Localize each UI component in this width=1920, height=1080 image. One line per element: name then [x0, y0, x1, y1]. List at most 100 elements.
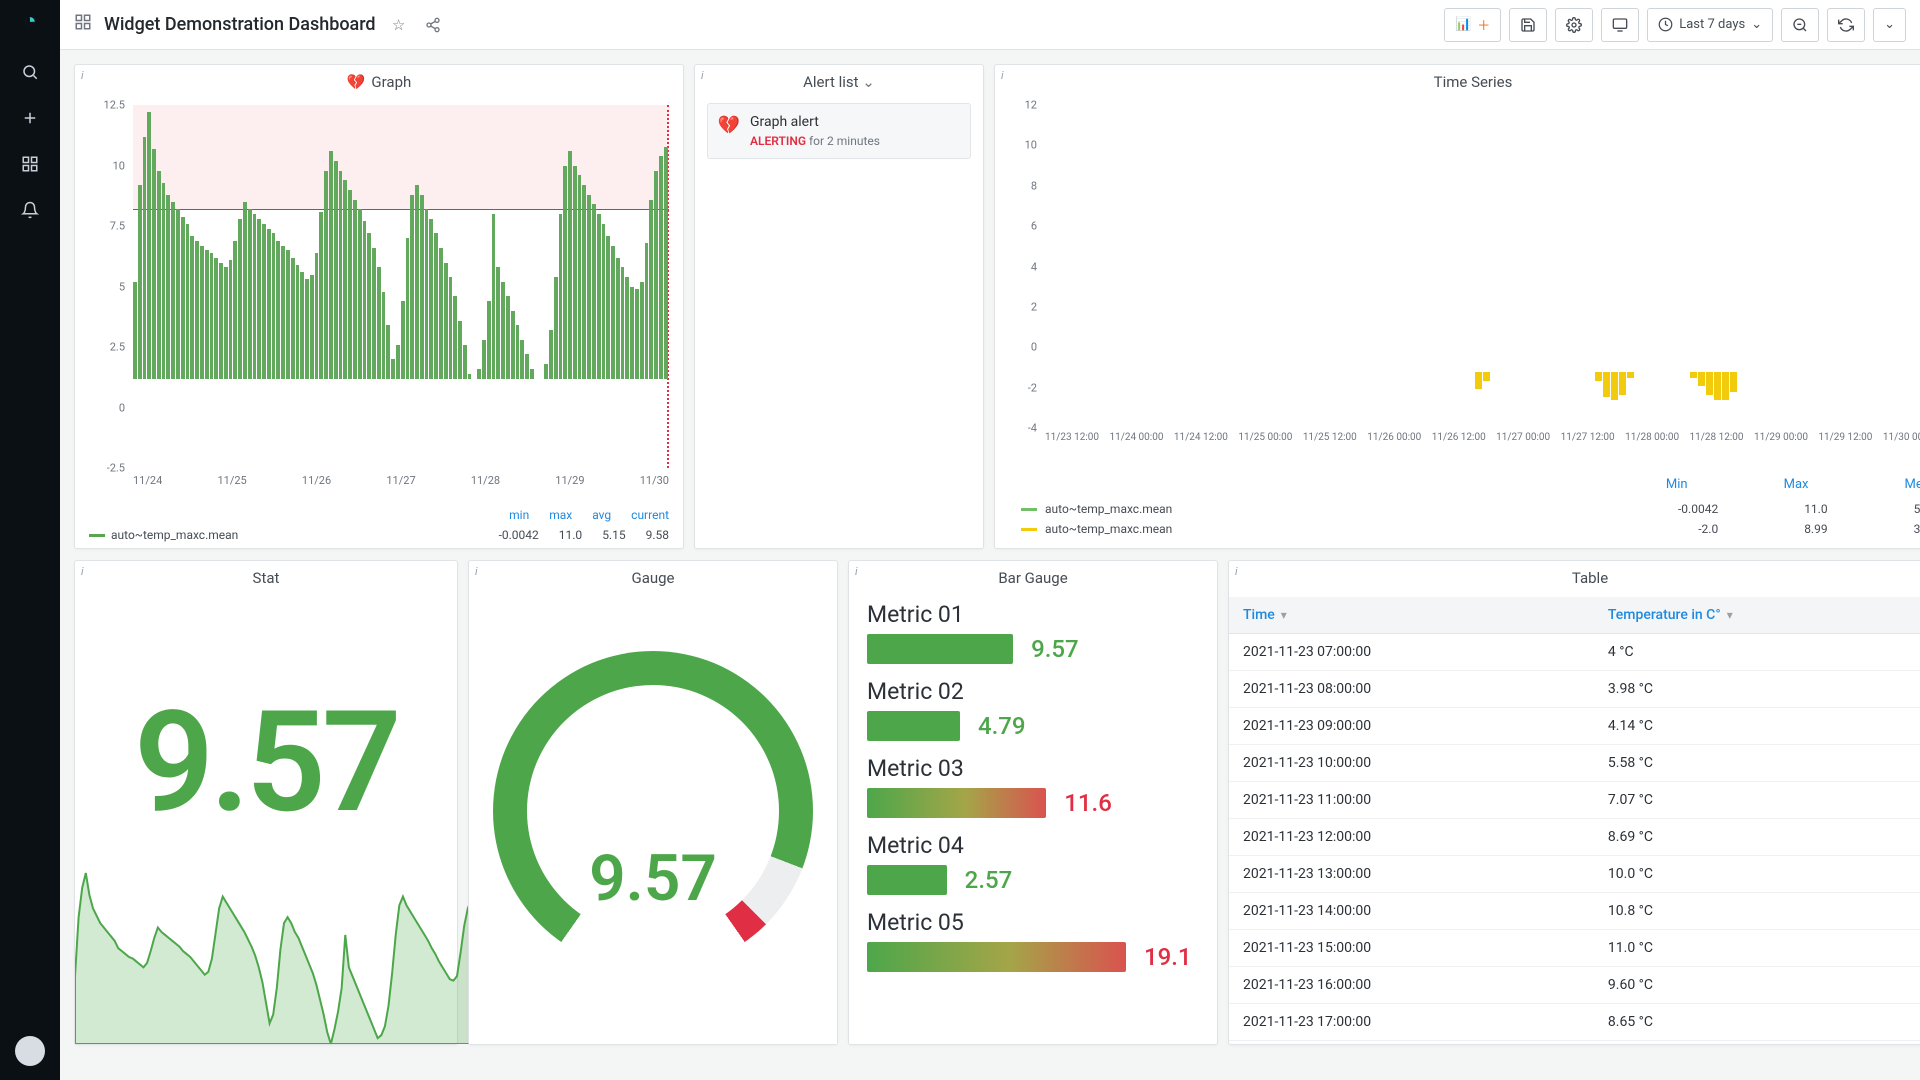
star-icon[interactable]: ☆ [388, 14, 410, 36]
refresh-interval-button[interactable]: ⌄ [1873, 8, 1906, 42]
table-cell: 10.8 °C [1594, 893, 1920, 930]
refresh-button[interactable] [1827, 8, 1865, 42]
table-row[interactable]: 2021-11-23 16:00:009.60 °C [1229, 967, 1920, 1004]
table-row[interactable]: 2021-11-23 09:00:004.14 °C [1229, 708, 1920, 745]
table-header[interactable]: Temperature in C°▾ [1594, 597, 1920, 634]
panel-title: Graph [371, 73, 411, 91]
table-cell: 2021-11-23 17:00:00 [1229, 1004, 1594, 1041]
dashboards-icon[interactable] [74, 13, 92, 36]
bar-gauge-bar [867, 942, 1126, 972]
chart-area[interactable] [1045, 105, 1920, 428]
chart-area[interactable] [133, 105, 669, 468]
bar-gauge-label: Metric 02 [867, 678, 1199, 705]
table-cell: 4 °C [1594, 634, 1920, 671]
table-row[interactable]: 2021-11-23 10:00:005.58 °C [1229, 745, 1920, 782]
info-icon[interactable]: i [81, 565, 84, 578]
bar-gauge-bar [867, 788, 1046, 818]
table-row[interactable]: 2021-11-23 11:00:007.07 °C [1229, 782, 1920, 819]
chevron-down-icon[interactable]: ⌄ [862, 73, 875, 91]
table-row[interactable]: 2021-11-23 07:00:004 °C [1229, 634, 1920, 671]
panel-title: Table [1229, 561, 1920, 593]
panel-stat[interactable]: i Stat 9.57 [74, 560, 458, 1045]
gauge-value: 9.57 [469, 841, 837, 916]
series-color-icon [89, 534, 105, 537]
info-icon[interactable]: i [1001, 69, 1004, 82]
table-row[interactable]: 2021-11-23 13:00:0010.0 °C [1229, 856, 1920, 893]
filter-icon[interactable]: ▾ [1281, 608, 1287, 622]
table-cell: 9.60 °C [1594, 967, 1920, 1004]
table-row[interactable]: 2021-11-23 17:00:008.65 °C [1229, 1004, 1920, 1041]
table-cell: 3.98 °C [1594, 671, 1920, 708]
table-cell: 2021-11-23 18:00:00 [1229, 1041, 1594, 1045]
left-nav: ◔ [0, 0, 60, 1080]
table-row[interactable]: 2021-11-23 08:00:003.98 °C [1229, 671, 1920, 708]
dashboards-icon[interactable] [18, 152, 42, 176]
save-button[interactable] [1509, 8, 1547, 42]
tv-mode-button[interactable] [1601, 8, 1639, 42]
avatar[interactable] [15, 1036, 45, 1066]
plus-icon[interactable] [18, 106, 42, 130]
legend-row[interactable]: auto~temp_maxc.mean -0.0042 11.0 5.15 9.… [89, 528, 669, 542]
panel-title: Bar Gauge [849, 561, 1217, 593]
y-axis: -4-2024681012 [1003, 105, 1041, 428]
table-cell: 8.69 °C [1594, 819, 1920, 856]
panel-gauge[interactable]: i Gauge 9.57 [468, 560, 838, 1045]
bar-gauge-value: 11.6 [1064, 789, 1112, 817]
table-cell: 2021-11-23 09:00:00 [1229, 708, 1594, 745]
table-cell: 2021-11-23 11:00:00 [1229, 782, 1594, 819]
share-icon[interactable] [422, 14, 444, 36]
bar-gauge-value: 9.57 [1031, 635, 1079, 663]
table-row[interactable]: 2021-11-23 18:00:007.87 °C [1229, 1041, 1920, 1045]
page-title[interactable]: Widget Demonstration Dashboard [104, 14, 376, 35]
legend-row[interactable]: auto~temp_maxc.mean -0.0042 11.0 5.15 [1021, 502, 1920, 516]
panel-table[interactable]: i Table Time▾Temperature in C°▾ 2021-11-… [1228, 560, 1920, 1045]
legend-row[interactable]: auto~temp_maxc.mean -2.0 8.99 3.15 [1021, 522, 1920, 536]
info-icon[interactable]: i [475, 565, 478, 578]
x-axis: 11/2411/2511/2611/2711/2811/2911/30 [133, 474, 669, 498]
series-color-icon [1021, 528, 1037, 531]
zoom-out-button[interactable] [1781, 8, 1819, 42]
bar-gauge-value: 4.79 [978, 712, 1026, 740]
panel-graph[interactable]: i 💔Graph -2.502.557.51012.5 11/2411/2511… [74, 64, 684, 549]
panel-time-series[interactable]: i Time Series -4-2024681012 11/23 12:001… [994, 64, 1920, 549]
table-cell: 2021-11-23 12:00:00 [1229, 819, 1594, 856]
bar-gauge-bar [867, 634, 1013, 664]
series-name: auto~temp_maxc.mean [111, 528, 238, 542]
info-icon[interactable]: i [1235, 565, 1238, 578]
series-color-icon [1021, 508, 1037, 511]
settings-button[interactable] [1555, 8, 1593, 42]
table-row[interactable]: 2021-11-23 12:00:008.69 °C [1229, 819, 1920, 856]
bar-gauge-label: Metric 01 [867, 601, 1199, 628]
sparkline [75, 864, 475, 1044]
table-cell: 11.0 °C [1594, 930, 1920, 967]
panel-title: Gauge [469, 561, 837, 593]
alert-bell-icon[interactable] [18, 198, 42, 222]
table-cell: 2021-11-23 15:00:00 [1229, 930, 1594, 967]
panel-bar-gauge[interactable]: i Bar Gauge Metric 01 9.57 Metric 02 4.7… [848, 560, 1218, 1045]
table-row[interactable]: 2021-11-23 15:00:0011.0 °C [1229, 930, 1920, 967]
legend-header: Min Max Mean [1666, 477, 1920, 492]
alert-name: Graph alert [750, 114, 958, 130]
time-range-button[interactable]: Last 7 days ⌄ [1647, 8, 1773, 42]
bar-gauge-value: 19.1 [1144, 943, 1192, 971]
panel-alert-list[interactable]: i Alert list ⌄ 💔 Graph alert ALERTING fo… [694, 64, 984, 549]
filter-icon[interactable]: ▾ [1727, 608, 1733, 622]
table-cell: 2021-11-23 14:00:00 [1229, 893, 1594, 930]
graph-bars [133, 105, 669, 468]
table-row[interactable]: 2021-11-23 14:00:0010.8 °C [1229, 893, 1920, 930]
data-table[interactable]: Time▾Temperature in C°▾ 2021-11-23 07:00… [1229, 597, 1920, 1044]
add-panel-button[interactable]: 📊＋ [1444, 8, 1501, 42]
alert-duration: for 2 minutes [809, 134, 880, 148]
chevron-down-icon: ⌄ [1751, 17, 1762, 32]
x-axis: 11/23 12:0011/24 00:0011/24 12:0011/25 0… [1045, 432, 1920, 456]
heart-broken-icon: 💔 [718, 114, 740, 136]
search-icon[interactable] [18, 60, 42, 84]
info-icon[interactable]: i [701, 69, 704, 82]
toolbar: Widget Demonstration Dashboard ☆ 📊＋ Last… [60, 0, 1920, 50]
table-cell: 7.07 °C [1594, 782, 1920, 819]
info-icon[interactable]: i [81, 69, 84, 82]
table-header[interactable]: Time▾ [1229, 597, 1594, 634]
alert-item[interactable]: 💔 Graph alert ALERTING for 2 minutes [707, 103, 971, 159]
info-icon[interactable]: i [855, 565, 858, 578]
logo-icon[interactable]: ◔ [23, 8, 36, 34]
